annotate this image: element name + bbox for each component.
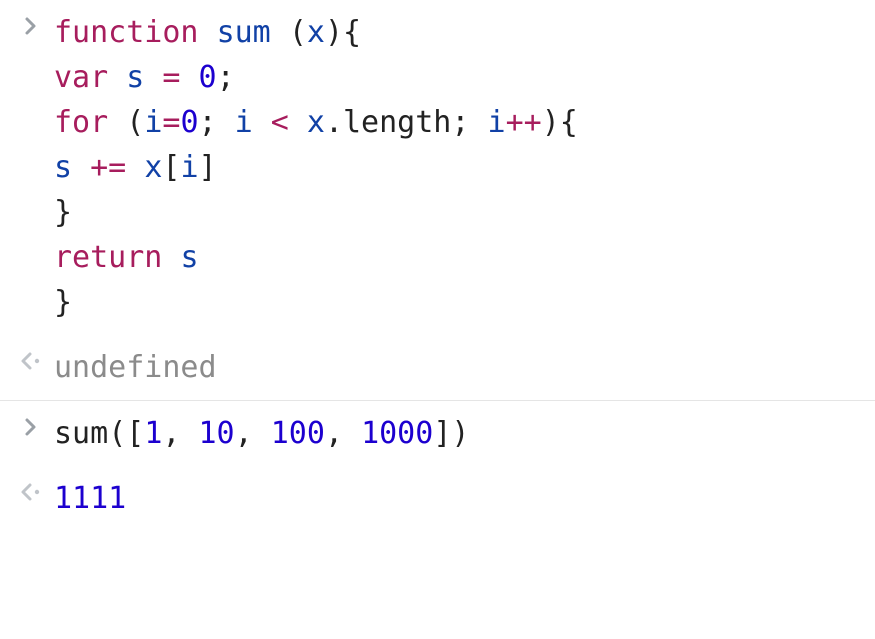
code-input[interactable]: function sum (x){ var s = 0; for (i=0; i… (54, 10, 867, 325)
gutter (8, 345, 54, 371)
console-input-row: function sum (x){ var s = 0; for (i=0; i… (0, 0, 875, 335)
console-input-row: sum([1, 10, 100, 1000]) (0, 400, 875, 466)
code-output: 1111 (54, 476, 867, 521)
console-output-row: 1111 (0, 466, 875, 531)
console-output-row: undefined (0, 335, 875, 400)
code-input[interactable]: sum([1, 10, 100, 1000]) (54, 411, 867, 456)
gutter (8, 476, 54, 502)
gutter (8, 411, 54, 437)
output-chevron-icon (20, 482, 42, 502)
gutter (8, 10, 54, 36)
input-chevron-icon (23, 16, 39, 36)
console[interactable]: function sum (x){ var s = 0; for (i=0; i… (0, 0, 875, 531)
input-chevron-icon (23, 417, 39, 437)
code-output: undefined (54, 345, 867, 390)
output-chevron-icon (20, 351, 42, 371)
